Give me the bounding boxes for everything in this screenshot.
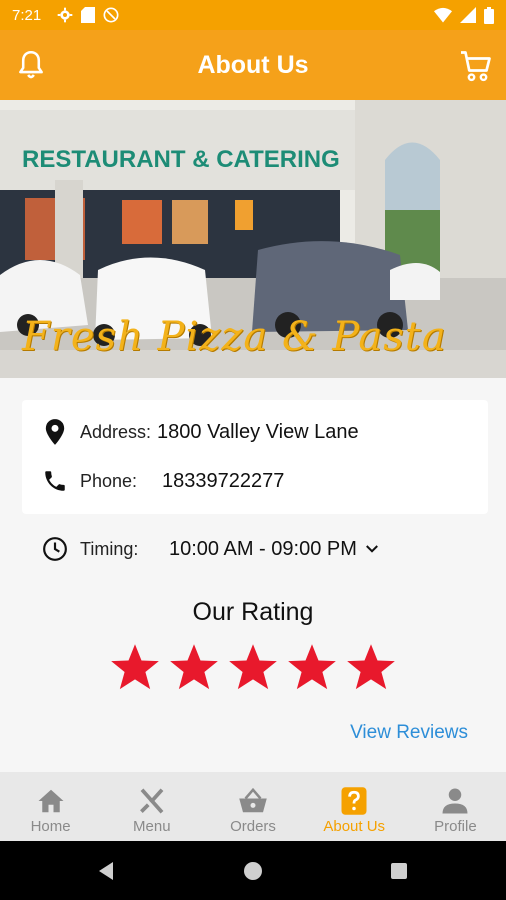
status-bar: 7:21 bbox=[0, 0, 506, 30]
nav-item-orders[interactable]: Orders bbox=[202, 772, 303, 841]
system-nav-bar bbox=[0, 841, 506, 900]
status-icons-right bbox=[434, 6, 494, 24]
location-pin-icon bbox=[45, 419, 65, 445]
battery-icon bbox=[484, 6, 494, 24]
status-time: 7:21 bbox=[12, 6, 42, 24]
signal-icon bbox=[460, 7, 476, 23]
nav-label: Orders bbox=[230, 818, 276, 835]
phone-value[interactable]: 18339722277 bbox=[162, 470, 284, 493]
restaurant-photo: RESTAURANT & CATERING Fresh Pizza & Past… bbox=[0, 100, 506, 378]
nav-label: Menu bbox=[133, 818, 171, 835]
question-icon bbox=[341, 787, 367, 815]
recents-icon[interactable] bbox=[390, 862, 408, 880]
timing-row[interactable]: Timing: 10:00 AM - 09:00 PM bbox=[42, 536, 381, 562]
phone-row[interactable]: Phone: 18339722277 bbox=[42, 468, 284, 494]
nav-item-profile[interactable]: Profile bbox=[405, 772, 506, 841]
nav-item-about-us[interactable]: About Us bbox=[304, 772, 405, 841]
address-label: Address: bbox=[80, 421, 152, 442]
home-icon bbox=[38, 789, 64, 813]
cart-icon[interactable] bbox=[458, 48, 494, 84]
nav-label: Home bbox=[30, 818, 71, 835]
timing-label: Timing: bbox=[80, 538, 139, 559]
nav-item-home[interactable]: Home bbox=[0, 772, 101, 841]
basket-icon bbox=[239, 787, 267, 813]
back-icon[interactable] bbox=[95, 860, 117, 882]
address-row: Address: 1800 Valley View Lane bbox=[44, 418, 359, 446]
star-icon bbox=[170, 644, 218, 690]
star-icon bbox=[111, 644, 159, 690]
nav-item-menu[interactable]: Menu bbox=[101, 772, 202, 841]
nav-label: Profile bbox=[434, 818, 477, 835]
settings-status-icon bbox=[57, 7, 73, 23]
star-rating bbox=[109, 641, 397, 693]
star-icon bbox=[229, 644, 277, 690]
clock-icon bbox=[43, 537, 67, 561]
rating-title: Our Rating bbox=[192, 598, 314, 626]
nav-label: About Us bbox=[323, 818, 386, 835]
dnd-status-icon bbox=[103, 7, 119, 23]
page-title: About Us bbox=[197, 50, 309, 79]
wifi-icon bbox=[434, 7, 452, 23]
phone-label: Phone: bbox=[80, 470, 138, 491]
fork-knife-icon bbox=[139, 788, 164, 814]
phone-icon bbox=[45, 471, 65, 491]
app-bar: About Us bbox=[0, 30, 506, 100]
storefront-sign: RESTAURANT & CATERING bbox=[22, 146, 340, 173]
star-icon bbox=[347, 644, 395, 690]
bottom-nav: Home Menu Orders About Us Profile bbox=[0, 772, 506, 841]
home-circle-icon[interactable] bbox=[243, 861, 263, 881]
address-value: 1800 Valley View Lane bbox=[157, 420, 359, 443]
timing-value: 10:00 AM - 09:00 PM bbox=[169, 537, 357, 560]
banner-slogan: Fresh Pizza & Pasta bbox=[22, 314, 447, 360]
notification-bell-icon[interactable] bbox=[14, 48, 48, 82]
chevron-down-icon[interactable] bbox=[363, 540, 381, 558]
star-icon bbox=[288, 644, 336, 690]
sd-card-status-icon bbox=[81, 7, 96, 23]
view-reviews-link[interactable]: View Reviews bbox=[350, 722, 468, 744]
person-icon bbox=[442, 788, 468, 814]
status-icons-left bbox=[57, 7, 119, 23]
